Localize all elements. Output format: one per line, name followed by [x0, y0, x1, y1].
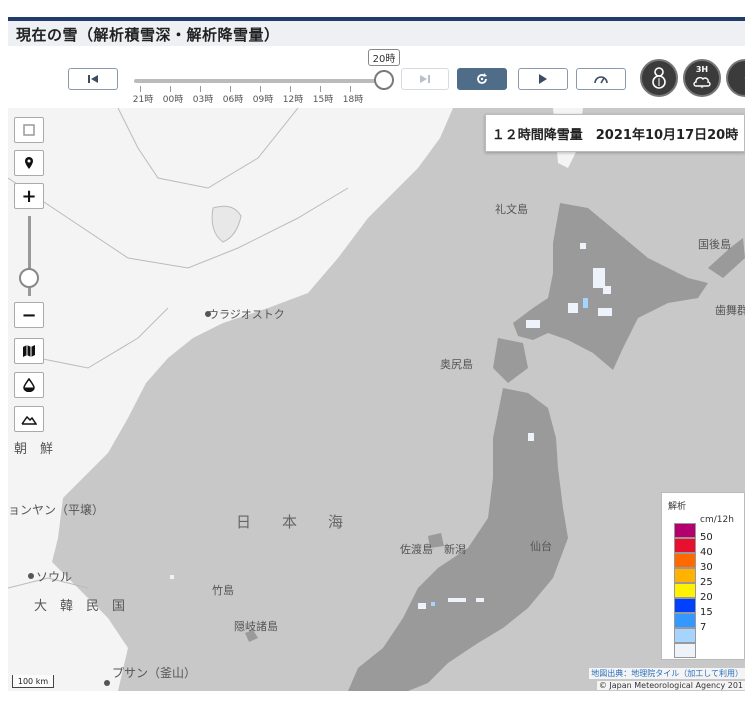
basemap-button[interactable]	[14, 338, 44, 364]
place-kunashiri: 国後島	[698, 238, 731, 251]
map-time-label: １２時間降雪量 2021年10月17日20時	[485, 114, 745, 152]
snowfall-layer-button[interactable]: 3H *	[683, 59, 721, 97]
map-icon	[23, 345, 35, 357]
snowman-icon	[652, 67, 666, 89]
scale-bar: 100 km	[12, 675, 54, 688]
skip-forward-button[interactable]	[401, 68, 449, 90]
city-dot-seoul	[28, 573, 34, 579]
legend-swatch	[674, 628, 696, 643]
place-takeshima: 竹島	[212, 584, 234, 597]
snow-depth-layer-button[interactable]	[640, 59, 678, 97]
legend-value: 40	[700, 547, 713, 558]
page-title: 現在の雪（解析積雪深・解析降雪量）	[16, 26, 280, 44]
latest-button[interactable]	[457, 68, 507, 90]
terrain-button[interactable]	[14, 406, 44, 432]
timeline-tick-label: 12時	[282, 95, 304, 105]
locate-button[interactable]	[14, 150, 44, 176]
timeline-tick-label: 03時	[192, 95, 214, 105]
place-oki: 隠岐諸島	[234, 620, 278, 633]
timeline-tick-label: 18時	[342, 95, 364, 105]
timeline-tick-label: 15時	[312, 95, 334, 105]
timeline-tick-label: 09時	[252, 95, 274, 105]
place-seoul: ソウル	[36, 570, 73, 584]
place-habomai: 歯舞群島	[715, 304, 745, 317]
map-source-link[interactable]: 地図出典：地理院タイル（加工して利用）	[589, 668, 745, 679]
play-icon	[539, 74, 547, 84]
place-chosen: 朝 鮮	[14, 442, 54, 457]
timeline-tick-label: 00時	[162, 95, 184, 105]
copyright-text: © Japan Meteorological Agency 201	[596, 681, 745, 690]
legend-unit: cm/12h	[700, 515, 734, 525]
legend-value: 20	[700, 592, 713, 603]
zoom-slider-handle[interactable]	[19, 268, 39, 288]
legend-value: 30	[700, 562, 713, 573]
snowfall-layer-label: 3H	[695, 65, 709, 74]
place-busan: プサン（釜山）	[112, 666, 197, 680]
place-sado: 佐渡島	[400, 543, 433, 556]
extra-layer-button[interactable]	[726, 59, 745, 97]
timeline-tick-label: 06時	[222, 95, 244, 105]
place-vladivostok: ウラジオストク	[208, 308, 285, 321]
speedometer-icon	[594, 76, 608, 84]
svg-text:*: *	[701, 85, 704, 90]
timeline-slider-track[interactable]	[134, 79, 384, 83]
legend-swatch	[674, 598, 696, 613]
continent-landmass	[8, 108, 453, 628]
place-sendai: 仙台	[530, 540, 552, 553]
legend-swatch	[674, 643, 696, 658]
legend-value: 7	[700, 622, 707, 633]
legend-swatch	[674, 553, 696, 568]
mountain-icon	[21, 415, 37, 425]
legend-value: 15	[700, 607, 713, 618]
water-button[interactable]	[14, 372, 44, 398]
fullscreen-button[interactable]	[14, 117, 44, 143]
place-okushiri: 奥尻島	[440, 358, 473, 371]
legend-swatch	[674, 568, 696, 583]
fullscreen-icon	[23, 124, 35, 136]
place-pyongyang: ョンヤン（平壌）	[8, 503, 105, 517]
snow-cloud-icon: *	[693, 76, 711, 90]
legend-swatch	[674, 538, 696, 553]
place-korea: 大 韓 民 国	[34, 599, 126, 614]
refresh-icon	[477, 73, 487, 84]
legend-title: 解析	[668, 502, 687, 512]
snowfall-legend: 解析 cm/12h 50 40 30 25 20 15 7	[661, 492, 745, 660]
timeline-current-time: 20時	[368, 49, 400, 66]
legend-swatch	[674, 613, 696, 628]
legend-swatch	[674, 523, 696, 538]
place-rebun: 礼文島	[495, 203, 528, 216]
water-drop-icon	[23, 378, 35, 392]
zoom-out-button[interactable]: −	[14, 302, 44, 328]
play-button[interactable]	[518, 68, 568, 90]
timeline-slider-handle[interactable]	[374, 70, 394, 90]
skip-back-icon	[88, 75, 98, 83]
location-pin-icon	[25, 157, 33, 169]
legend-swatch	[674, 583, 696, 598]
speed-button[interactable]	[576, 68, 626, 90]
place-niigata: 新潟	[444, 543, 466, 556]
map-canvas[interactable]: ウラジオストク 礼文島 国後島 歯舞群島 奥尻島 日 本 海 佐渡島 新潟 仙台…	[8, 108, 745, 691]
city-dot-vladivostok	[205, 311, 211, 317]
city-dot-busan	[104, 680, 110, 686]
legend-value: 25	[700, 577, 713, 588]
skip-forward-icon	[420, 75, 430, 83]
skip-back-button[interactable]	[68, 68, 118, 90]
zoom-in-button[interactable]: +	[14, 183, 44, 209]
place-sea-of-japan: 日 本 海	[236, 513, 352, 531]
timeline-tick-label: 21時	[132, 95, 154, 105]
legend-value: 50	[700, 532, 713, 543]
